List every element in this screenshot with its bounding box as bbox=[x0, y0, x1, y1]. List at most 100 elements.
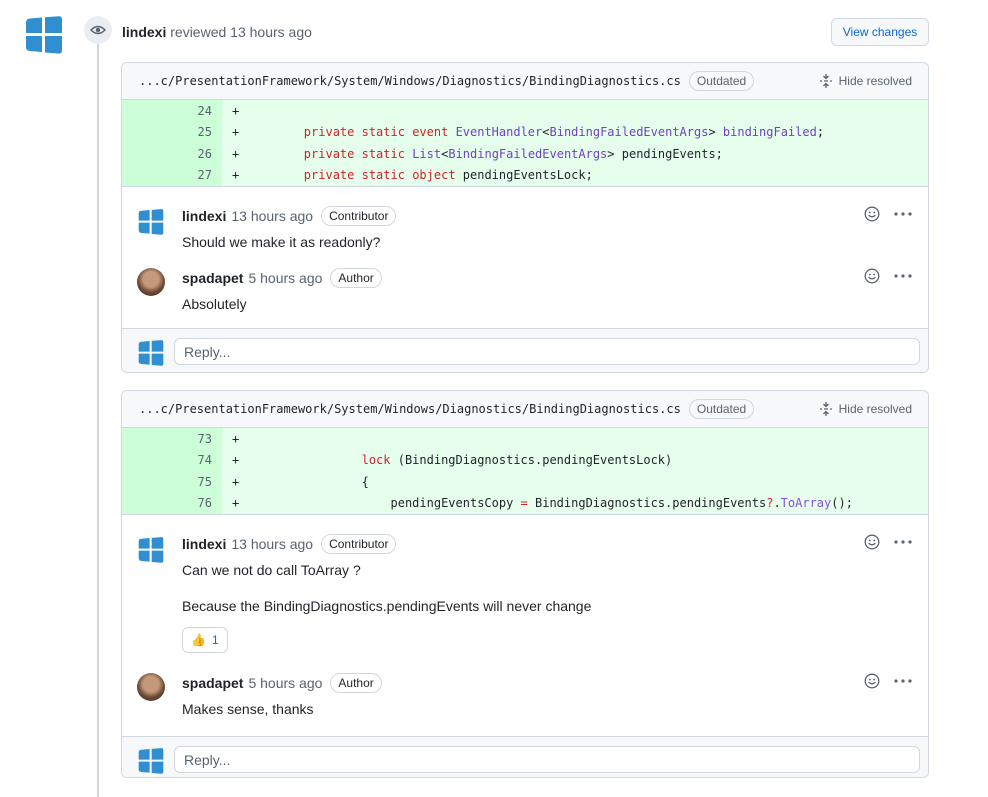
comment-author[interactable]: spadapet bbox=[182, 675, 243, 691]
diff-sign: + bbox=[232, 496, 240, 511]
comment-time[interactable]: 5 hours ago bbox=[248, 675, 322, 691]
comment-actions bbox=[864, 534, 912, 550]
comment-time[interactable]: 13 hours ago bbox=[231, 536, 313, 552]
avatar[interactable] bbox=[137, 268, 165, 296]
avatar bbox=[137, 340, 165, 366]
line-number[interactable]: 74 bbox=[122, 449, 222, 471]
diff-line: 27 + private static object pendingEvents… bbox=[122, 164, 928, 186]
diff-code: private static event EventHandler<Bindin… bbox=[303, 125, 825, 140]
diff-sign: + bbox=[232, 168, 240, 183]
line-number[interactable]: 75 bbox=[122, 471, 222, 493]
kebab-menu-icon[interactable] bbox=[894, 274, 912, 278]
review-action: reviewed bbox=[170, 24, 227, 40]
smiley-icon[interactable] bbox=[864, 673, 880, 689]
review-thread-1: ...c/PresentationFramework/System/Window… bbox=[121, 62, 929, 373]
review-comment: spadapet 5 hours ago Author Absolutely bbox=[122, 249, 928, 328]
diff-sign: + bbox=[232, 453, 240, 468]
reaction-count: 1 bbox=[211, 633, 219, 647]
file-path[interactable]: ...c/PresentationFramework/System/Window… bbox=[139, 74, 681, 88]
thumbs-up-reaction[interactable]: 👍 1 bbox=[182, 627, 228, 653]
comment-time[interactable]: 13 hours ago bbox=[231, 208, 313, 224]
thread-header: ...c/PresentationFramework/System/Window… bbox=[122, 63, 928, 100]
diff-sign: + bbox=[232, 474, 240, 489]
reply-bar: Reply... bbox=[122, 328, 928, 372]
avatar[interactable] bbox=[137, 673, 165, 701]
review-comment: lindexi 13 hours ago Contributor Should … bbox=[122, 187, 928, 250]
hide-resolved-button[interactable]: Hide resolved bbox=[819, 73, 912, 89]
kebab-menu-icon[interactable] bbox=[894, 540, 912, 544]
comment-author[interactable]: spadapet bbox=[182, 270, 243, 286]
comment-body: Should we make it as readonly? bbox=[182, 234, 381, 250]
diff-line: 76 + pendingEventsCopy = BindingDiagnost… bbox=[122, 492, 928, 514]
review-comment: spadapet 5 hours ago Author Makes sense,… bbox=[122, 664, 928, 736]
diff-line: 75 + { bbox=[122, 471, 928, 493]
diff-sign: + bbox=[232, 125, 240, 140]
comment-actions bbox=[864, 673, 912, 689]
hide-resolved-button[interactable]: Hide resolved bbox=[819, 401, 912, 417]
comment-author[interactable]: lindexi bbox=[182, 536, 226, 552]
comment-header: lindexi 13 hours ago Contributor bbox=[182, 206, 928, 226]
comment-actions bbox=[864, 268, 912, 284]
diff-code: private static List<BindingFailedEventAr… bbox=[303, 146, 723, 161]
thumbs-up-icon: 👍 bbox=[191, 633, 206, 647]
kebab-menu-icon[interactable] bbox=[894, 679, 912, 683]
line-number[interactable]: 73 bbox=[122, 428, 222, 450]
comment-header: spadapet 5 hours ago Author bbox=[182, 268, 928, 288]
hide-resolved-label: Hide resolved bbox=[838, 74, 912, 88]
reactions: 👍 1 bbox=[182, 627, 928, 653]
timeline-line bbox=[97, 44, 99, 797]
comment-header: spadapet 5 hours ago Author bbox=[182, 673, 928, 693]
diff-code: private static object pendingEventsLock; bbox=[303, 168, 593, 183]
diff-line: 26 + private static List<BindingFailedEv… bbox=[122, 143, 928, 165]
smiley-icon[interactable] bbox=[864, 268, 880, 284]
avatar[interactable] bbox=[137, 209, 165, 235]
kebab-menu-icon[interactable] bbox=[894, 212, 912, 216]
smiley-icon[interactable] bbox=[864, 206, 880, 222]
reply-input[interactable]: Reply... bbox=[174, 338, 920, 365]
diff-code: { bbox=[246, 474, 369, 489]
review-author[interactable]: lindexi bbox=[122, 24, 166, 40]
review-thread-2: ...c/PresentationFramework/System/Window… bbox=[121, 390, 929, 778]
role-badge: Author bbox=[330, 268, 382, 288]
thread-header: ...c/PresentationFramework/System/Window… bbox=[122, 391, 928, 428]
line-number[interactable]: 24 bbox=[122, 100, 222, 122]
line-number[interactable]: 27 bbox=[122, 164, 222, 186]
diff-sign: + bbox=[232, 103, 240, 118]
review-comment: lindexi 13 hours ago Contributor Can we … bbox=[122, 515, 928, 664]
eye-icon bbox=[84, 16, 112, 44]
diff-code: lock (BindingDiagnostics.pendingEventsLo… bbox=[361, 453, 673, 468]
comment-actions bbox=[864, 206, 912, 222]
outdated-badge: Outdated bbox=[688, 399, 755, 419]
view-changes-button[interactable]: View changes bbox=[831, 18, 929, 46]
line-number[interactable]: 76 bbox=[122, 492, 222, 514]
comment-header: lindexi 13 hours ago Contributor bbox=[182, 534, 928, 554]
outdated-badge: Outdated bbox=[688, 71, 755, 91]
avatar[interactable] bbox=[137, 537, 165, 563]
diff-line: 73 + bbox=[122, 428, 928, 450]
reply-bar: Reply... bbox=[122, 736, 928, 777]
comment-time[interactable]: 5 hours ago bbox=[248, 270, 322, 286]
diff-hunk: 24 + 25 + private static event EventHand… bbox=[122, 100, 928, 187]
diff-code: pendingEventsCopy = BindingDiagnostics.p… bbox=[246, 496, 853, 511]
comment-body: Can we not do call ToArray ? bbox=[182, 562, 361, 578]
role-badge: Contributor bbox=[321, 206, 397, 226]
reply-input[interactable]: Reply... bbox=[174, 746, 920, 773]
smiley-icon[interactable] bbox=[864, 534, 880, 550]
diff-sign: + bbox=[232, 146, 240, 161]
fold-icon bbox=[819, 73, 833, 89]
review-header: lindexi reviewed 13 hours ago bbox=[122, 24, 312, 40]
file-path[interactable]: ...c/PresentationFramework/System/Window… bbox=[139, 402, 681, 416]
diff-line: 74 + lock (BindingDiagnostics.pendingEve… bbox=[122, 449, 928, 471]
role-badge: Contributor bbox=[321, 534, 397, 554]
avatar bbox=[137, 748, 165, 774]
diff-line: 24 + bbox=[122, 100, 928, 122]
reviewer-avatar[interactable] bbox=[24, 16, 64, 54]
hide-resolved-label: Hide resolved bbox=[838, 402, 912, 416]
line-number[interactable]: 25 bbox=[122, 121, 222, 143]
comment-body: Makes sense, thanks bbox=[182, 701, 314, 717]
line-number[interactable]: 26 bbox=[122, 143, 222, 165]
diff-hunk: 73 + 74 + lock (BindingDiagnostics.pendi… bbox=[122, 428, 928, 515]
comment-author[interactable]: lindexi bbox=[182, 208, 226, 224]
review-time[interactable]: 13 hours ago bbox=[230, 24, 312, 40]
role-badge: Author bbox=[330, 673, 382, 693]
